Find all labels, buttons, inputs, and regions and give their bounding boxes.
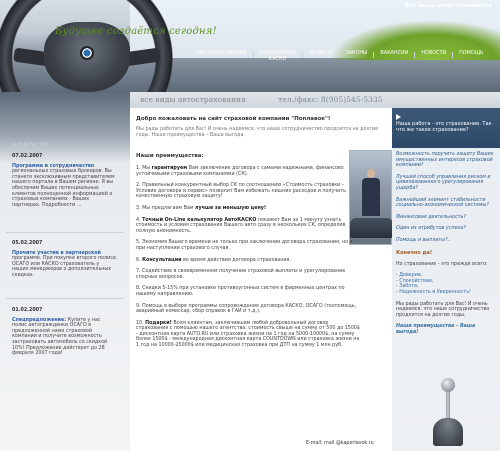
list-item: 9. Помощь в выборе программы сопровожден… [136,304,362,315]
item-number: 9. [136,303,141,309]
item-number: 7. [136,269,141,275]
nav-item-kasko-calculator[interactable]: КАЛЬКУЛЯТОР КАСКО [254,50,302,69]
nav-item-laws[interactable]: ЗАКОНЫ [340,50,374,69]
nav-item-vacancies[interactable]: ВАКАНСИИ [374,50,414,69]
news-text: Купите у нас полис автогражданки ОСАГО в… [12,317,108,357]
gear-shifter-image [433,378,463,448]
top-link-all-insurance[interactable]: Все виды автострахования [405,3,492,9]
welcome-text: Мы рады работать для Вас! И очень надеем… [136,127,379,138]
list-item: 5. Экономия Вашего времени не только при… [136,240,362,251]
list-item: 4. Точный On-Line калькулятор АвтоКАСКО … [136,218,362,235]
item-highlight-link[interactable]: Точный On-Line калькулятор АвтоКАСКО [142,218,256,223]
list-item: 1. Мы гарантируем Вам заключение договор… [136,166,362,177]
main-nav: АВТОСТРАХОВАНИЕ КАЛЬКУЛЯТОР КАСКО ПРАВИЛ… [190,50,500,69]
site-name-strip: все виды автострахования тел./факс: 8(90… [130,92,500,108]
right-sidebar: Наша работа - это страхование. Так что ж… [392,108,500,451]
news-sidebar: НОВОСТИ 07.02.2007 Программа и сотруднич… [0,92,130,451]
answer-text: Но страхование - это прежде всего: [396,261,488,267]
person-body [362,178,380,216]
shifter-boot [433,418,463,446]
advantages-title: Наши преимущества: [136,153,204,159]
list-item: 6. Консультации во время действия догово… [136,258,362,264]
news-text: региональных страховых брокеров. Вы стан… [12,169,115,208]
item-text: Правильный конкурентный выбор СК по соот… [136,183,346,200]
list-item: 10. Подарки! Всем клиентам, заключившим … [136,321,362,349]
item-text: Помощь в выборе программы сопровождения … [136,303,357,315]
item-highlight: лучше за меньшую цену! [194,205,267,211]
closing-text: Мы рады работать для Вас! И очень надеем… [396,301,490,318]
news-item: 05.02.2007 Прочите участие в партнерской… [12,241,116,279]
main-content: Добро пожаловать на сайт страховой компа… [130,108,393,451]
list-item: 2. Правильный конкурентный выбор СК по с… [136,183,362,200]
values-list: - Доверие, - Спокойствие, - Забота, - На… [396,273,471,295]
person-head [367,169,375,178]
item-number: 5. [136,240,141,246]
item-text: Мы предлагаем Вам [142,205,195,211]
question-item: Один из атрибутов успеха? [396,226,466,232]
question-item: Помощь и выплаты?.. [396,237,451,243]
footer-email-link[interactable]: E-mail: mail @kaporlavok.ru [306,441,374,446]
news-date: 07.02.2007 [12,154,43,159]
item-text: Экономия Вашего времени не только при за… [136,240,353,251]
question-list: Возможность поручить защиту Ваших имущес… [396,152,496,335]
nav-item-help[interactable]: ПОМОЩЬ [453,50,489,69]
news-date: 05.02.2007 [12,241,43,246]
news-headline-link[interactable]: Спецпредложение: [12,318,66,323]
item-highlight: гарантируем [151,166,188,171]
welcome-title: Добро пожаловать на сайт страховой компа… [136,116,331,122]
arrow-icon [396,114,401,120]
nav-item-auto-insurance[interactable]: АВТОСТРАХОВАНИЕ [190,50,253,69]
header: Будущее создаётся сегодня! Все виды авто… [0,0,500,92]
advantages-list: 1. Мы гарантируем Вам заключение договор… [136,166,362,355]
news-text: программе. При покупке второго полиса ОС… [12,256,116,278]
list-item: 8. Скидки 5-15% при установке противоуго… [136,286,362,297]
phone-number: тел./факс: 8(905)545-5335 [278,95,383,104]
item-number: 2. [136,183,141,189]
item-number: 1. [136,166,141,171]
item-text: Мы [142,166,152,171]
news-item: 07.02.2007 Программа и сотрудничество ре… [12,154,116,208]
item-number: 3. [136,205,141,211]
item-text: Скидки 5-15% при установке противоугонны… [136,286,345,297]
nav-item-news[interactable]: НОВОСТИ [415,50,452,69]
news-title: НОВОСТИ [12,142,50,149]
item-text: во время действия договора страхования. [181,257,291,263]
item-highlight: Подарки! [145,320,172,326]
item-text: Содействие в своевременном получении стр… [136,269,346,280]
news-divider [6,232,124,238]
person-image [362,169,380,221]
news-headline-link[interactable]: Программа и сотрудничество [12,164,94,169]
item-number: 8. [136,286,141,292]
site-name: все виды автострахования [140,95,246,104]
news-headline-link[interactable]: Прочите участие в партнерской [12,251,101,256]
slogan: Будущее создаётся сегодня! [55,26,217,37]
item-number: 6. [136,257,141,263]
item-number: 10. [136,320,144,326]
list-item: 3. Мы предлагаем Вам лучше за меньшую це… [136,206,362,212]
question-item: Возможность поручить защиту Ваших имущес… [396,152,494,169]
question-item: Лучший способ управления риском и цивили… [396,174,491,191]
item-highlight: Консультации [142,257,182,263]
question-item: Финансовая деятельность? [396,214,466,220]
nav-item-rules[interactable]: ПРАВИЛА [303,50,339,69]
question-item: Важнейший элемент стабильности социально… [396,197,489,209]
right-sidebar-header: Наша работа - это страхование. Так что ж… [392,108,500,148]
answer-title: Конечно да! [396,249,433,256]
closing-signature: Наши преимущества – Ваша выгода! [396,324,476,335]
shifter-knob [441,378,455,392]
news-date: 01.02.2007 [12,308,43,313]
news-divider [6,298,124,304]
shifter-rod [446,391,450,421]
news-item: 01.02.2007 Спецпредложение: Купите у нас… [12,308,116,357]
car-logo-icon [80,46,94,60]
list-item: 7. Содействие в своевременном получении … [136,269,362,280]
right-sidebar-header-text: Наша работа - это страхование. Так что ж… [396,121,492,133]
item-number: 4. [136,217,141,223]
